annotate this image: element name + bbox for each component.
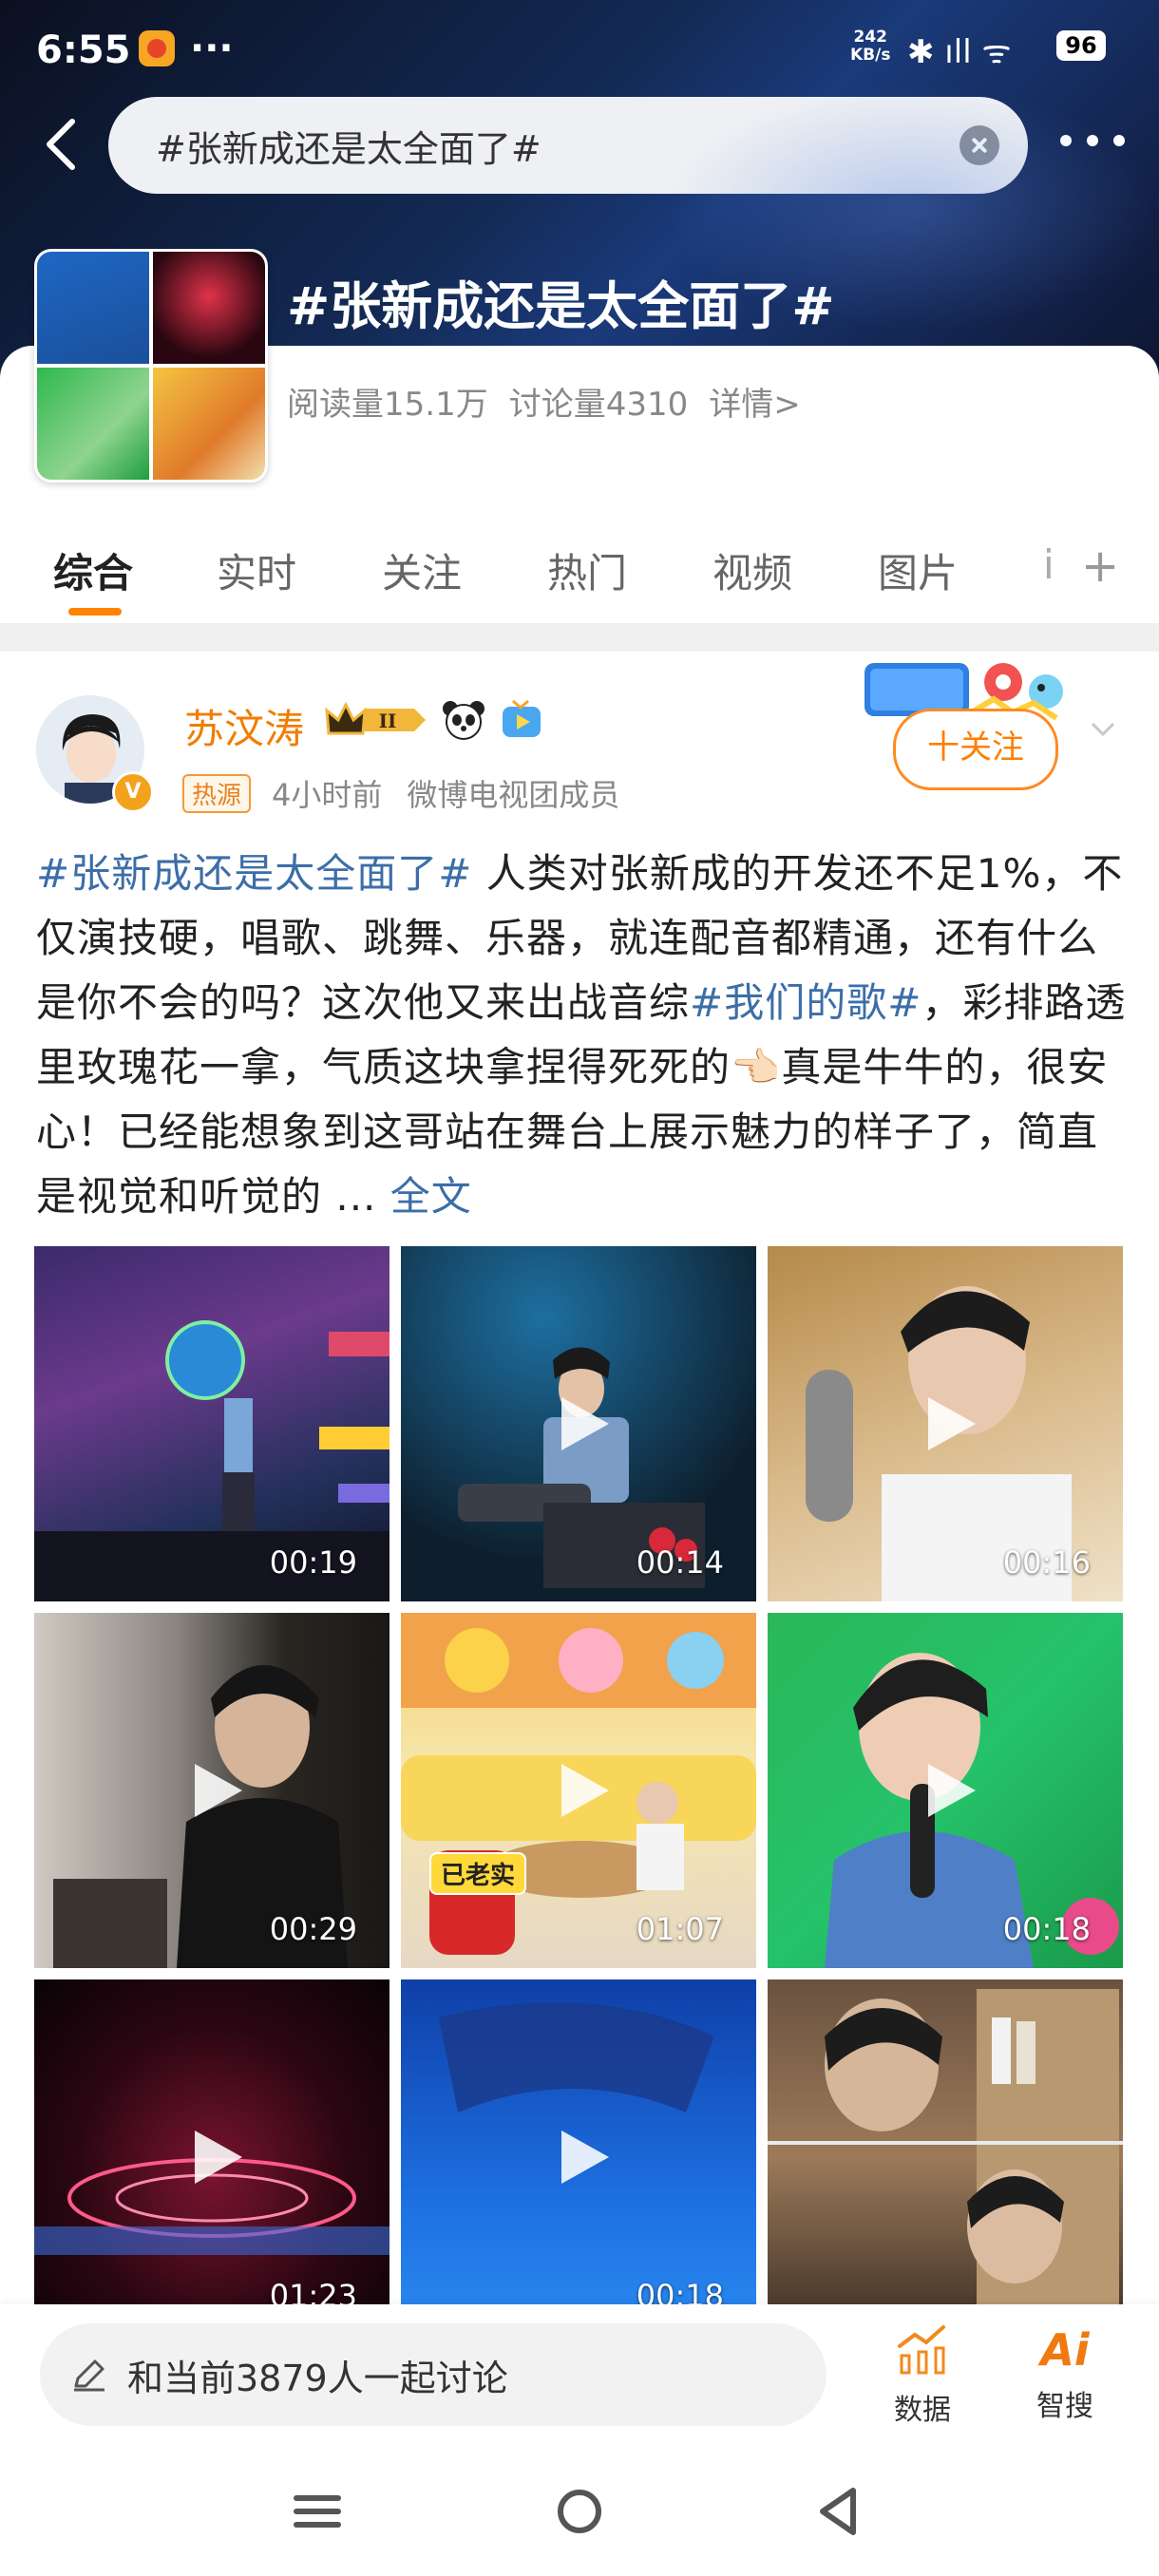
more-options-button[interactable] (1056, 127, 1129, 165)
play-icon (561, 1764, 609, 1817)
data-button[interactable]: 数据 (870, 2323, 975, 2428)
status-bar: 6:55 ··· 242 KB/s ✱ ıll ᯤ 96 (0, 0, 1159, 104)
crown-rank-icon: II (323, 699, 428, 741)
tab-more-partial[interactable]: i (1043, 541, 1054, 588)
ai-search-button[interactable]: Ai 智搜 (1013, 2323, 1117, 2424)
play-icon (928, 1764, 976, 1817)
comment-input[interactable]: 和当前3879人一起讨论 (40, 2323, 826, 2426)
topic-title: #张新成还是太全面了# (287, 276, 835, 336)
video-thumbnail[interactable]: 00:18 (401, 1979, 756, 2335)
status-time: 6:55 (36, 28, 131, 72)
post-time: 4小时前 (272, 777, 383, 813)
video-grid: 00:19 00:14 00:16 00:29 已老实 01:07 00:18 … (34, 1246, 1125, 2335)
read-full-text-link[interactable]: 全文 (390, 1173, 472, 1220)
home-icon[interactable] (549, 2481, 610, 2542)
bookshelf-scene-illustration (768, 1989, 1123, 2312)
cover-thumb-1 (37, 252, 149, 364)
show-hashtag-link[interactable]: #我们的歌# (690, 979, 922, 1026)
back-nav-icon[interactable] (809, 2481, 870, 2542)
tab-following[interactable]: 关注 (382, 541, 462, 599)
video-thumbnail[interactable]: 00:18 (768, 1613, 1123, 1968)
author-badges: II (323, 699, 543, 741)
panda-icon (441, 699, 486, 741)
recent-apps-icon[interactable] (287, 2481, 348, 2542)
back-button[interactable] (40, 116, 82, 173)
play-icon (195, 1764, 242, 1817)
comment-placeholder: 和当前3879人一起讨论 (127, 2357, 508, 2399)
section-divider (0, 623, 1159, 652)
cover-thumb-4 (153, 368, 265, 480)
weibo-notification-icon (139, 30, 175, 66)
video-duration: 00:19 (269, 1544, 357, 1581)
post-card: V 苏汶涛 II 热源 4小时前 微博电视团成员 十关注 #张新成还是太全面了#… (0, 652, 1159, 2335)
network-speed: 242 KB/s (850, 28, 890, 65)
play-icon (561, 2131, 609, 2184)
post-text: #张新成还是太全面了# 人类对张新成的开发还不足1%，不仅演技硬，唱歌、跳舞、乐… (36, 842, 1129, 1229)
cover-thumb-2 (153, 252, 265, 364)
cover-thumb-3 (37, 368, 149, 480)
clear-search-icon[interactable] (960, 125, 999, 165)
network-speed-unit: KB/s (850, 46, 891, 65)
tv-member-icon (500, 699, 543, 741)
video-duration: 00:18 (1002, 1911, 1091, 1947)
video-thumbnail[interactable]: 00:29 (34, 1613, 390, 1968)
network-speed-value: 242 (853, 28, 887, 47)
topic-hashtag-link[interactable]: #张新成还是太全面了# (36, 850, 472, 897)
video-duration: 00:29 (269, 1911, 357, 1947)
add-tab-icon[interactable]: + (1081, 540, 1119, 593)
image-thumbnail[interactable] (768, 1979, 1123, 2335)
search-query[interactable]: #张新成还是太全面了# (156, 120, 542, 172)
play-icon (561, 1397, 609, 1450)
battery-icon: 96 (1056, 30, 1106, 61)
details-link[interactable]: 详情> (709, 386, 801, 424)
follow-button[interactable]: 十关注 (893, 709, 1058, 790)
video-duration: 01:07 (636, 1911, 724, 1947)
data-button-label: 数据 (894, 2394, 951, 2427)
read-count: 阅读量15.1万 (287, 386, 488, 424)
video-duration: 00:14 (636, 1544, 724, 1581)
video-caption-tag: 已老实 (429, 1852, 527, 1895)
more-dots-icon (1060, 135, 1125, 146)
topic-cover-image[interactable] (34, 249, 268, 483)
ai-search-label: 智搜 (1036, 2390, 1093, 2423)
topic-tabs: 综合 实时 关注 热门 视频 图片 i + (0, 532, 1159, 623)
video-thumbnail[interactable]: 00:19 (34, 1246, 390, 1601)
pencil-icon (74, 2359, 104, 2392)
discussion-count: 讨论量4310 (508, 386, 689, 424)
chevron-down-icon[interactable] (1089, 714, 1117, 743)
tab-hot[interactable]: 热门 (547, 541, 627, 599)
author-name[interactable]: 苏汶涛 (184, 697, 304, 755)
play-icon (195, 2131, 242, 2184)
hot-source-tag: 热源 (182, 773, 252, 813)
verified-badge-icon: V (112, 771, 154, 813)
video-thumbnail[interactable]: 00:14 (401, 1246, 756, 1601)
video-thumbnail[interactable]: 已老实 01:07 (401, 1613, 756, 1968)
more-notifications-icon: ··· (190, 27, 234, 70)
member-group[interactable]: 微博电视团成员 (407, 771, 619, 815)
discussion-bar: 和当前3879人一起讨论 数据 Ai 智搜 (0, 2304, 1159, 2447)
system-navigation-bar (0, 2447, 1159, 2576)
post-meta: 热源 4小时前 微博电视团成员 (182, 771, 619, 815)
rank-badge-text: II (379, 710, 397, 732)
video-thumbnail[interactable]: 01:23 (34, 1979, 390, 2335)
tab-realtime[interactable]: 实时 (217, 541, 296, 599)
video-duration: 00:16 (1002, 1544, 1091, 1581)
topic-stats: 阅读量15.1万 讨论量4310 详情> (287, 378, 822, 425)
bar-chart-icon (898, 2325, 945, 2375)
video-thumbnail[interactable]: 00:16 (768, 1246, 1123, 1601)
ai-icon: Ai (1040, 2324, 1090, 2376)
search-bar[interactable]: #张新成还是太全面了# (108, 97, 1028, 194)
play-icon (928, 1397, 976, 1450)
pointing-emoji-icon: 👈🏻 (731, 1044, 782, 1090)
tab-images[interactable]: 图片 (878, 541, 958, 599)
tab-video[interactable]: 视频 (712, 541, 792, 599)
tab-comprehensive[interactable]: 综合 (53, 541, 133, 599)
active-tab-indicator (68, 608, 122, 616)
back-arrow-icon (47, 119, 75, 170)
signal-wifi-icons: ✱ ıll ᯤ (907, 33, 1012, 71)
